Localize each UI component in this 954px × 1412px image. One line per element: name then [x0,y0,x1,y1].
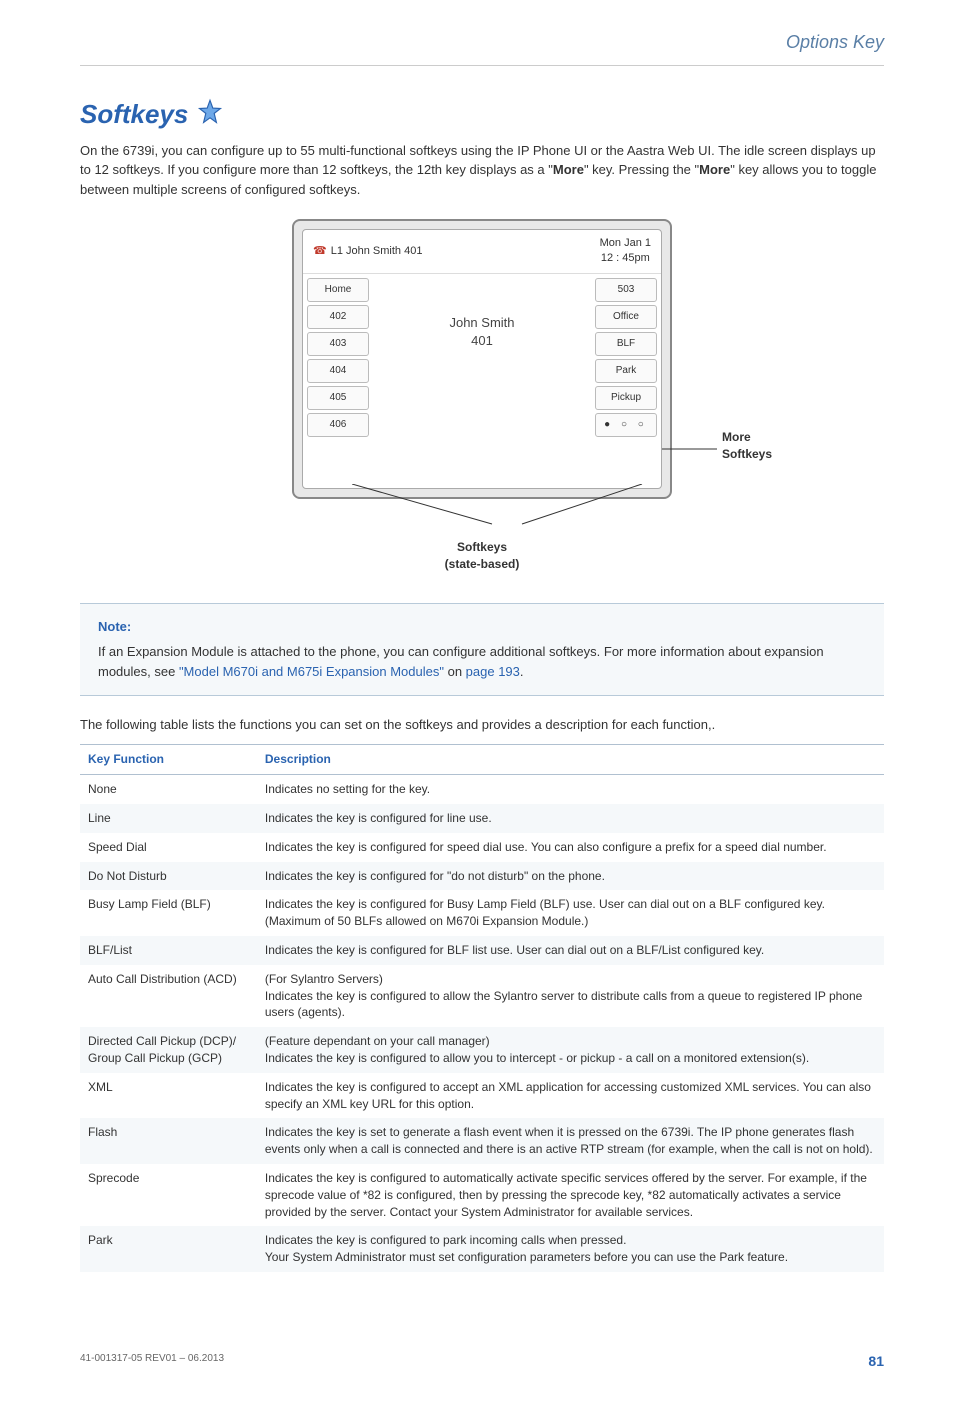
callout-more: More Softkeys [722,429,782,463]
function-table: Key Function Description NoneIndicates n… [80,744,884,1272]
softkey-pickup[interactable]: Pickup [595,386,657,410]
softkey-503[interactable]: 503 [595,278,657,302]
phone-time: 12 : 45pm [600,251,651,266]
cell-function: Directed Call Pickup (DCP)/ Group Call P… [80,1027,257,1073]
header-rule [80,65,884,66]
table-row: XMLIndicates the key is configured to ac… [80,1073,884,1119]
table-intro: The following table lists the functions … [80,716,884,734]
star-icon [196,98,224,131]
table-row: LineIndicates the key is configured for … [80,804,884,833]
phone-screen: ☎ L1 John Smith 401 Mon Jan 1 12 : 45pm … [302,229,662,489]
intro-text-2: " key. Pressing the " [584,162,699,177]
th-key-function: Key Function [80,745,257,775]
softkey-blf[interactable]: BLF [595,332,657,356]
cell-function: Busy Lamp Field (BLF) [80,890,257,936]
phone-status-bar: ☎ L1 John Smith 401 Mon Jan 1 12 : 45pm [303,230,661,274]
table-row: Directed Call Pickup (DCP)/ Group Call P… [80,1027,884,1073]
softkey-office[interactable]: Office [595,305,657,329]
cell-function: Auto Call Distribution (ACD) [80,965,257,1027]
cell-function: XML [80,1073,257,1119]
softkey-402[interactable]: 402 [307,305,369,329]
callout-more-text: More Softkeys [722,429,782,463]
table-row: Auto Call Distribution (ACD)(For Sylantr… [80,965,884,1027]
cell-description: Indicates the key is configured to park … [257,1226,884,1272]
cell-description: Indicates no setting for the key. [257,775,884,804]
note-title: Note: [98,618,866,636]
phone-center-name: John Smith [373,314,591,332]
note-mid: on [444,664,466,679]
cell-function: Line [80,804,257,833]
phone-date: Mon Jan 1 [600,236,651,251]
page-footer: 41-001317-05 REV01 – 06.2013 81 [80,1352,884,1372]
phone-icon: ☎ [313,244,327,259]
cell-function: None [80,775,257,804]
phone-center: John Smith 401 [373,274,591,488]
cell-function: Sprecode [80,1164,257,1226]
cell-function: Do Not Disturb [80,862,257,891]
phone-frame: ☎ L1 John Smith 401 Mon Jan 1 12 : 45pm … [292,219,672,499]
footer-docid: 41-001317-05 REV01 – 06.2013 [80,1352,224,1372]
cell-description: Indicates the key is configured to accep… [257,1073,884,1119]
table-row: SprecodeIndicates the key is configured … [80,1164,884,1226]
softkey-403[interactable]: 403 [307,332,369,356]
softkey-more[interactable]: ● ○ ○ [595,413,657,437]
phone-diagram: ☎ L1 John Smith 401 Mon Jan 1 12 : 45pm … [80,219,884,573]
cell-description: (For Sylantro Servers) Indicates the key… [257,965,884,1027]
table-row: Do Not DisturbIndicates the key is confi… [80,862,884,891]
note-box: Note: If an Expansion Module is attached… [80,603,884,696]
intro-bold-2: More [699,162,730,177]
table-row: ParkIndicates the key is configured to p… [80,1226,884,1272]
cell-function: Park [80,1226,257,1272]
note-page-ref[interactable]: page 193 [466,664,520,679]
callout-bottom: Softkeys (state-based) [292,539,672,573]
softkey-406[interactable]: 406 [307,413,369,437]
cell-description: Indicates the key is configured to autom… [257,1164,884,1226]
softkey-404[interactable]: 404 [307,359,369,383]
cell-description: Indicates the key is configured for Busy… [257,890,884,936]
note-after: . [520,664,524,679]
callout-bottom-2: (state-based) [292,556,672,573]
softkey-home[interactable]: Home [307,278,369,302]
note-link[interactable]: "Model M670i and M675i Expansion Modules… [179,664,444,679]
cell-description: Indicates the key is configured for line… [257,804,884,833]
table-row: BLF/ListIndicates the key is configured … [80,936,884,965]
intro-bold-1: More [553,162,584,177]
footer-pagenum: 81 [868,1352,884,1372]
th-description: Description [257,745,884,775]
phone-center-ext: 401 [373,332,591,350]
table-row: Busy Lamp Field (BLF)Indicates the key i… [80,890,884,936]
cell-description: (Feature dependant on your call manager)… [257,1027,884,1073]
phone-line-label: L1 John Smith 401 [331,244,423,259]
cell-description: Indicates the key is configured for "do … [257,862,884,891]
callout-bottom-1: Softkeys [292,539,672,556]
cell-function: Flash [80,1118,257,1164]
phone-right-keys: 503 Office BLF Park Pickup ● ○ ○ [591,274,661,488]
cell-description: Indicates the key is set to generate a f… [257,1118,884,1164]
softkey-park[interactable]: Park [595,359,657,383]
table-row: NoneIndicates no setting for the key. [80,775,884,804]
page-header: Options Key [80,30,884,55]
phone-left-keys: Home 402 403 404 405 406 [303,274,373,488]
title-row: Softkeys [80,96,884,132]
cell-function: Speed Dial [80,833,257,862]
section-title: Softkeys [80,96,188,132]
softkey-405[interactable]: 405 [307,386,369,410]
cell-function: BLF/List [80,936,257,965]
intro-paragraph: On the 6739i, you can configure up to 55… [80,141,884,200]
note-text: If an Expansion Module is attached to th… [98,642,866,681]
table-row: FlashIndicates the key is set to generat… [80,1118,884,1164]
table-row: Speed DialIndicates the key is configure… [80,833,884,862]
cell-description: Indicates the key is configured for spee… [257,833,884,862]
cell-description: Indicates the key is configured for BLF … [257,936,884,965]
